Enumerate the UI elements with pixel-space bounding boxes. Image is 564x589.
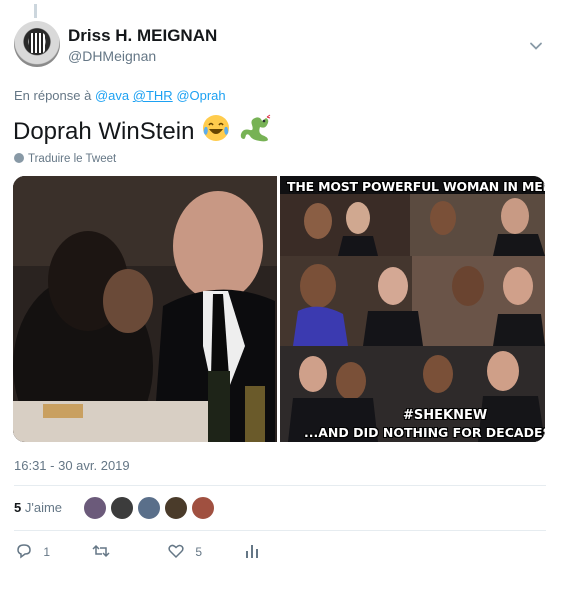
reply-button[interactable]: 1: [16, 543, 50, 559]
divider: [14, 485, 546, 486]
tweet-timestamp[interactable]: 16:31 - 30 avr. 2019: [14, 458, 130, 473]
reply-count: 1: [43, 545, 51, 559]
meme-bottom-caption: ...AND DID NOTHING FOR DECADES: [304, 425, 545, 440]
liker-avatar[interactable]: [137, 496, 161, 520]
mention-link[interactable]: @Oprah: [176, 88, 225, 103]
divider: [14, 530, 546, 531]
likes-count: 5: [14, 500, 22, 515]
snake-icon: [240, 114, 271, 142]
author-name[interactable]: Driss H. MEIGNAN: [68, 26, 217, 46]
retweet-button[interactable]: [92, 543, 110, 559]
meme-top-caption: THE MOST POWERFUL WOMAN IN MEDIA: [287, 179, 545, 194]
analytics-icon: [246, 545, 258, 558]
likes-summary[interactable]: 5 J'aime: [14, 500, 62, 515]
reply-prefix: En réponse à: [14, 88, 92, 103]
globe-icon: [14, 153, 24, 163]
translate-label: Traduire le Tweet: [28, 153, 117, 165]
heart-icon: [168, 544, 184, 559]
tweet-text: Doprah WinStein: [13, 113, 272, 146]
avatar-logo-icon: [29, 33, 45, 53]
mention-link[interactable]: @ava: [95, 88, 129, 103]
tweet-body: Doprah WinStein: [13, 118, 195, 145]
meme-hashtag: #SHEKNEW: [403, 408, 488, 423]
liker-avatar[interactable]: [110, 496, 134, 520]
media-photo: [13, 176, 545, 442]
liker-avatar[interactable]: [164, 496, 188, 520]
face-with-tears-of-joy-icon: [203, 115, 230, 141]
liker-avatar[interactable]: [83, 496, 107, 520]
mention-link[interactable]: @THR: [133, 88, 173, 103]
retweet-icon: [92, 544, 110, 558]
translate-link[interactable]: Traduire le Tweet: [14, 153, 116, 165]
likes-label: J'aime: [24, 500, 63, 515]
thread-line: [34, 4, 37, 18]
author-handle[interactable]: @DHMeignan: [68, 48, 156, 64]
like-button[interactable]: 5: [168, 543, 202, 559]
avatar[interactable]: [14, 21, 60, 67]
reply-context: En réponse à @ava @THR @Oprah: [14, 88, 226, 103]
chevron-down-icon[interactable]: [528, 38, 544, 54]
tweet-media[interactable]: THE MOST POWERFUL WOMAN IN MEDIA #SHEKNE…: [13, 176, 545, 442]
reply-icon: [17, 544, 31, 559]
liker-avatar[interactable]: [191, 496, 215, 520]
analytics-button[interactable]: [245, 543, 259, 559]
like-count: 5: [195, 545, 203, 559]
